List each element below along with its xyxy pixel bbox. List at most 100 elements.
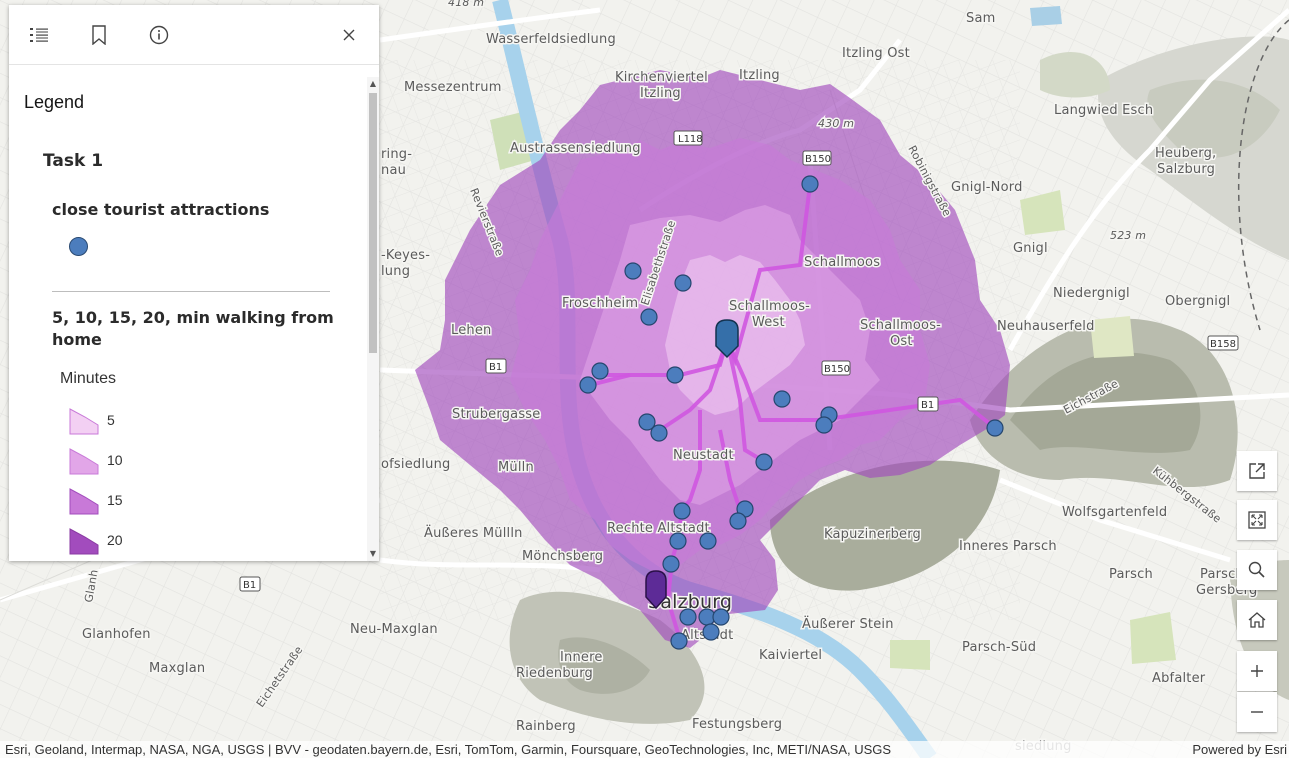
tourist-attraction-point[interactable] <box>670 632 688 650</box>
legend-class-label: 15 <box>107 492 123 508</box>
legend-class-row: 5 <box>69 405 269 437</box>
svg-text:B1: B1 <box>489 362 502 373</box>
powered-by-esri[interactable]: Powered by Esri <box>1192 742 1287 757</box>
tourist-attraction-point[interactable] <box>579 376 597 394</box>
fullscreen-button[interactable] <box>1237 500 1277 540</box>
svg-text:Itzling Ost: Itzling Ost <box>842 46 910 61</box>
svg-text:430 m: 430 m <box>818 117 854 130</box>
tourist-attraction-point[interactable] <box>624 262 642 280</box>
close-icon <box>343 29 355 41</box>
isochrone-20-swatch <box>69 528 99 555</box>
svg-text:Gnigl: Gnigl <box>1013 241 1048 256</box>
legend-field-title: Minutes <box>60 370 117 387</box>
svg-text:nau: nau <box>381 163 406 178</box>
svg-text:Ost: Ost <box>890 334 913 349</box>
svg-text:ofsiedlung: ofsiedlung <box>381 457 451 472</box>
legend-class-label: 20 <box>107 532 123 548</box>
tourist-attraction-point[interactable] <box>650 424 668 442</box>
about-tool-button[interactable] <box>143 19 175 51</box>
svg-text:Itzling: Itzling <box>640 86 681 101</box>
bookmark-icon <box>92 25 106 45</box>
tourist-attraction-point[interactable] <box>755 453 773 471</box>
svg-text:Rainberg: Rainberg <box>516 719 576 734</box>
svg-text:Froschheim: Froschheim <box>562 296 638 311</box>
svg-text:Itzling: Itzling <box>739 68 780 83</box>
svg-text:-Keyes-: -Keyes- <box>381 248 430 263</box>
tourist-attraction-point[interactable] <box>815 416 833 434</box>
tourist-attraction-point[interactable] <box>674 274 692 292</box>
svg-text:Riedenburg: Riedenburg <box>516 666 593 681</box>
minus-icon <box>1251 711 1263 713</box>
legend-tool-button[interactable] <box>23 19 55 51</box>
svg-text:Schallmoos: Schallmoos <box>804 255 880 270</box>
svg-text:Neuhauserfeld: Neuhauserfeld <box>997 319 1095 334</box>
svg-text:B158: B158 <box>1210 339 1236 350</box>
legend-layer-title: 5, 10, 15, 20, min walking from home <box>52 308 334 349</box>
isochrone-10-swatch <box>69 448 99 475</box>
tourist-attraction-point[interactable] <box>729 512 747 530</box>
fullscreen-icon <box>1248 511 1266 529</box>
tourist-attraction-point[interactable] <box>801 175 819 193</box>
tourist-attraction-point[interactable] <box>712 608 730 626</box>
svg-text:Schallmoos-: Schallmoos- <box>860 318 941 333</box>
svg-text:Maxglan: Maxglan <box>149 661 205 676</box>
scrollbar-thumb[interactable] <box>369 93 377 353</box>
tourist-attraction-point[interactable] <box>591 362 609 380</box>
tourist-attraction-point[interactable] <box>640 308 658 326</box>
tourist-attraction-point[interactable] <box>669 532 687 550</box>
svg-text:Schallmoos-: Schallmoos- <box>729 299 810 314</box>
close-panel-button[interactable] <box>333 19 365 51</box>
svg-text:B150: B150 <box>805 154 831 165</box>
svg-text:Gnigl-Nord: Gnigl-Nord <box>951 180 1023 195</box>
tourist-attraction-point[interactable] <box>773 390 791 408</box>
search-icon <box>1248 561 1265 578</box>
scroll-down-icon[interactable]: ▼ <box>369 549 377 558</box>
svg-text:Wolfsgartenfeld: Wolfsgartenfeld <box>1062 505 1167 520</box>
legend-content: Legend Task 1 close tourist attractions … <box>9 73 367 561</box>
tourist-attraction-point[interactable] <box>702 623 720 641</box>
svg-text:Sam: Sam <box>966 11 995 26</box>
tourist-attraction-point[interactable] <box>699 532 717 550</box>
panel-header <box>9 5 379 65</box>
bookmarks-tool-button[interactable] <box>83 19 115 51</box>
svg-text:B150: B150 <box>824 364 850 375</box>
legend-panel: Legend Task 1 close tourist attractions … <box>9 5 379 561</box>
open-external-button[interactable] <box>1237 451 1277 491</box>
svg-text:Rechte Altstadt: Rechte Altstadt <box>607 521 710 536</box>
svg-text:ring-: ring- <box>381 147 412 162</box>
svg-text:Kaiviertel: Kaiviertel <box>759 648 822 663</box>
svg-text:L118: L118 <box>678 134 703 145</box>
poi-symbol <box>69 237 88 256</box>
svg-text:Mülln: Mülln <box>498 460 534 475</box>
svg-text:lung: lung <box>381 264 410 279</box>
svg-text:Glanhofen: Glanhofen <box>82 627 151 642</box>
svg-text:Heuberg,: Heuberg, <box>1155 146 1216 161</box>
legend-group-title: Task 1 <box>43 151 104 171</box>
svg-text:Messezentrum: Messezentrum <box>404 80 502 95</box>
svg-text:Kapuzinerberg: Kapuzinerberg <box>824 527 921 542</box>
svg-text:Kirchenviertel: Kirchenviertel <box>615 70 708 85</box>
zoom-out-button[interactable] <box>1237 692 1277 732</box>
tourist-attraction-point[interactable] <box>666 366 684 384</box>
home-icon <box>1248 612 1266 628</box>
attribution-text[interactable]: Esri, Geoland, Intermap, NASA, NGA, USGS… <box>5 742 891 757</box>
home-button[interactable] <box>1237 600 1277 640</box>
svg-text:Parsch: Parsch <box>1109 567 1153 582</box>
svg-text:Wasserfeldsiedlung: Wasserfeldsiedlung <box>486 32 616 47</box>
plus-icon <box>1251 665 1263 677</box>
svg-text:Austrassensiedlung: Austrassensiedlung <box>510 141 641 156</box>
svg-text:418 m: 418 m <box>448 0 484 9</box>
svg-text:Strubergasse: Strubergasse <box>452 407 540 422</box>
svg-text:Festungsberg: Festungsberg <box>692 717 782 732</box>
svg-text:Inneres Parsch: Inneres Parsch <box>959 539 1057 554</box>
tourist-attraction-point[interactable] <box>679 608 697 626</box>
zoom-in-button[interactable] <box>1237 651 1277 691</box>
tourist-attraction-point[interactable] <box>986 419 1004 437</box>
search-button[interactable] <box>1237 550 1277 590</box>
tourist-attraction-point[interactable] <box>662 555 680 573</box>
svg-text:Parsch-Süd: Parsch-Süd <box>962 640 1036 655</box>
scroll-up-icon[interactable]: ▲ <box>369 79 377 88</box>
tourist-attraction-point[interactable] <box>673 502 691 520</box>
svg-text:523 m: 523 m <box>1110 229 1146 242</box>
legend-scrollbar[interactable]: ▲ ▼ <box>367 77 379 561</box>
